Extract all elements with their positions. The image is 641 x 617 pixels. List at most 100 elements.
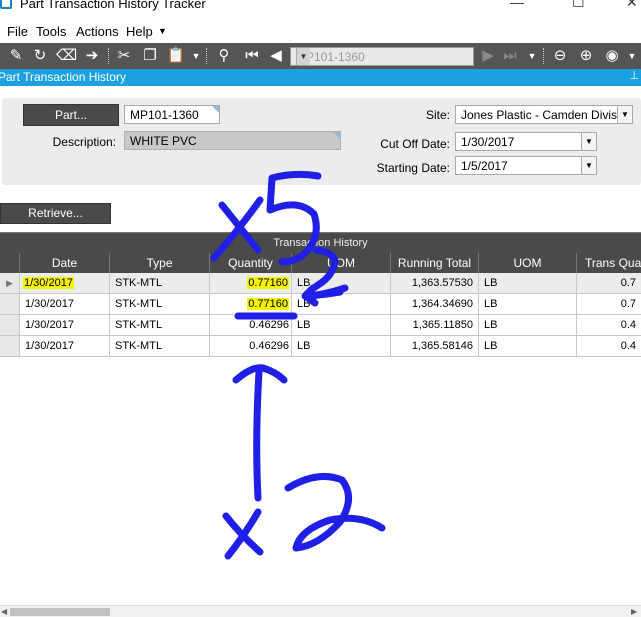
- last-record-icon[interactable]: ⏭: [500, 46, 520, 66]
- chevron-down-icon[interactable]: ▼: [522, 46, 542, 66]
- cell-date[interactable]: 1/30/2017: [20, 336, 110, 357]
- site-combo[interactable]: Jones Plastic - Camden Divisio ▼: [455, 105, 633, 124]
- cell-trans-qty[interactable]: 0.7: [577, 294, 641, 315]
- cell-quantity[interactable]: 0.46296: [210, 336, 292, 357]
- starting-date-field[interactable]: 1/5/2017 ▼: [455, 156, 597, 175]
- column-header-running-total[interactable]: Running Total: [391, 253, 479, 273]
- cell-running-total[interactable]: 1,365.58146: [391, 336, 479, 357]
- site-value: Jones Plastic - Camden Divisio: [461, 108, 627, 122]
- globe-icon[interactable]: ◉: [602, 46, 622, 66]
- row-selector[interactable]: [0, 336, 20, 357]
- scroll-left-icon[interactable]: ◀: [1, 606, 7, 617]
- column-header-date[interactable]: Date: [20, 253, 110, 273]
- cell-uom-2[interactable]: LB: [479, 315, 577, 336]
- cell-date[interactable]: 1/30/2017: [20, 294, 110, 315]
- clear-icon[interactable]: ⌫: [56, 46, 77, 66]
- retrieve-button[interactable]: Retrieve...: [0, 203, 111, 224]
- cell-uom[interactable]: LB: [292, 315, 391, 336]
- first-record-icon[interactable]: ⏮: [242, 46, 262, 66]
- chevron-down-icon[interactable]: ▼: [581, 133, 596, 150]
- cell-uom-2[interactable]: LB: [479, 336, 577, 357]
- menu-file[interactable]: File: [7, 24, 28, 39]
- column-header-uom[interactable]: UOM: [292, 253, 391, 273]
- cell-running-total[interactable]: 1,364.34690: [391, 294, 479, 315]
- cell-date[interactable]: 1/30/2017: [20, 273, 110, 294]
- cell-date[interactable]: 1/30/2017: [20, 315, 110, 336]
- cell-quantity[interactable]: 0.77160: [210, 273, 292, 294]
- title-bar: Part Transaction History Tracker — ☐ ✕: [0, 0, 641, 12]
- menu-tools[interactable]: Tools: [36, 24, 66, 39]
- horizontal-scrollbar[interactable]: ◀ ▶: [0, 605, 641, 617]
- toolbar-separator: [206, 48, 207, 64]
- cell-running-total[interactable]: 1,363.57530: [391, 273, 479, 294]
- binoculars-icon[interactable]: ⚲: [214, 46, 234, 66]
- column-header-trans-qty[interactable]: Trans Qua: [577, 253, 641, 273]
- maximize-icon[interactable]: ☐: [572, 0, 585, 11]
- menu-actions[interactable]: Actions: [76, 24, 119, 39]
- column-header-type[interactable]: Type: [110, 253, 210, 273]
- menu-help[interactable]: Help: [126, 24, 153, 39]
- chevron-down-icon[interactable]: ▼: [622, 46, 641, 66]
- scroll-right-icon[interactable]: ▶: [631, 606, 637, 617]
- table-row[interactable]: 1/30/2017 STK-MTL 0.77160 LB 1,364.34690…: [0, 294, 641, 315]
- close-icon[interactable]: ✕: [626, 0, 638, 11]
- panel-title: Part Transaction History: [0, 70, 127, 84]
- menu-bar: File Tools Actions Help ▼: [0, 22, 641, 42]
- edit-icon[interactable]: ✎: [6, 46, 26, 66]
- description-value: WHITE PVC: [130, 134, 197, 148]
- copy-icon[interactable]: ❐: [140, 46, 160, 66]
- next-record-icon[interactable]: ▶: [478, 46, 498, 66]
- cell-quantity[interactable]: 0.77160: [210, 294, 292, 315]
- description-field: WHITE PVC: [124, 131, 341, 150]
- grid-header: Date Type Quantity UOM Running Total UOM…: [0, 253, 641, 273]
- paste-icon[interactable]: 📋: [166, 46, 186, 66]
- cutoff-date-field[interactable]: 1/30/2017 ▼: [455, 132, 597, 151]
- column-header-uom-2[interactable]: UOM: [479, 253, 577, 273]
- back-circle-icon[interactable]: ⊖: [550, 46, 570, 66]
- cell-type[interactable]: STK-MTL: [110, 273, 210, 294]
- cell-uom[interactable]: LB: [292, 336, 391, 357]
- table-row[interactable]: 1/30/2017 STK-MTL 0.46296 LB 1,365.58146…: [0, 336, 641, 357]
- cell-running-total[interactable]: 1,365.11850: [391, 315, 479, 336]
- minimize-icon[interactable]: —: [510, 0, 524, 10]
- table-row[interactable]: 1/30/2017 STK-MTL 0.46296 LB 1,365.11850…: [0, 315, 641, 336]
- cell-trans-qty[interactable]: 0.4: [577, 336, 641, 357]
- cell-quantity[interactable]: 0.46296: [210, 315, 292, 336]
- refresh-icon[interactable]: ↻: [30, 46, 50, 66]
- scrollbar-thumb[interactable]: [10, 608, 110, 616]
- part-button[interactable]: Part...: [23, 104, 119, 126]
- chevron-down-icon[interactable]: ▼: [617, 106, 632, 123]
- field-corner-marker: [212, 106, 219, 113]
- chevron-down-icon[interactable]: ▼: [296, 48, 310, 65]
- row-selector[interactable]: [0, 294, 20, 315]
- pin-icon[interactable]: ⊥: [629, 69, 639, 82]
- chevron-down-icon[interactable]: ▼: [186, 46, 206, 66]
- cell-uom[interactable]: LB: [292, 294, 391, 315]
- column-header-quantity[interactable]: Quantity: [210, 253, 292, 273]
- cutoff-date-value: 1/30/2017: [461, 135, 515, 149]
- cutoff-date-label: Cut Off Date:: [380, 137, 450, 151]
- row-selector[interactable]: [0, 315, 20, 336]
- cell-trans-qty[interactable]: 0.4: [577, 315, 641, 336]
- previous-record-icon[interactable]: ◀: [266, 46, 286, 66]
- grid-caption: Transaction History: [0, 233, 641, 253]
- cell-uom-2[interactable]: LB: [479, 294, 577, 315]
- forward-nav-icon[interactable]: ⊕: [576, 46, 596, 66]
- cell-uom-2[interactable]: LB: [479, 273, 577, 294]
- part-field[interactable]: MP101-1360: [124, 105, 220, 124]
- field-corner-marker: [333, 132, 340, 139]
- cell-trans-qty[interactable]: 0.7: [577, 273, 641, 294]
- record-navigator-combo[interactable]: MP101-1360 ▼: [290, 47, 474, 66]
- cell-type[interactable]: STK-MTL: [110, 336, 210, 357]
- cell-type[interactable]: STK-MTL: [110, 315, 210, 336]
- part-value: MP101-1360: [130, 108, 199, 122]
- starting-date-value: 1/5/2017: [461, 159, 508, 173]
- cut-icon[interactable]: ✂: [114, 46, 134, 66]
- chevron-down-icon[interactable]: ▼: [581, 157, 596, 174]
- row-selector-arrow-icon[interactable]: ▶: [0, 273, 20, 294]
- forward-circle-icon[interactable]: ➔: [82, 46, 102, 66]
- chevron-down-icon[interactable]: ▼: [158, 26, 167, 36]
- cell-type[interactable]: STK-MTL: [110, 294, 210, 315]
- table-row[interactable]: ▶ 1/30/2017 STK-MTL 0.77160 LB 1,363.575…: [0, 273, 641, 294]
- cell-uom[interactable]: LB: [292, 273, 391, 294]
